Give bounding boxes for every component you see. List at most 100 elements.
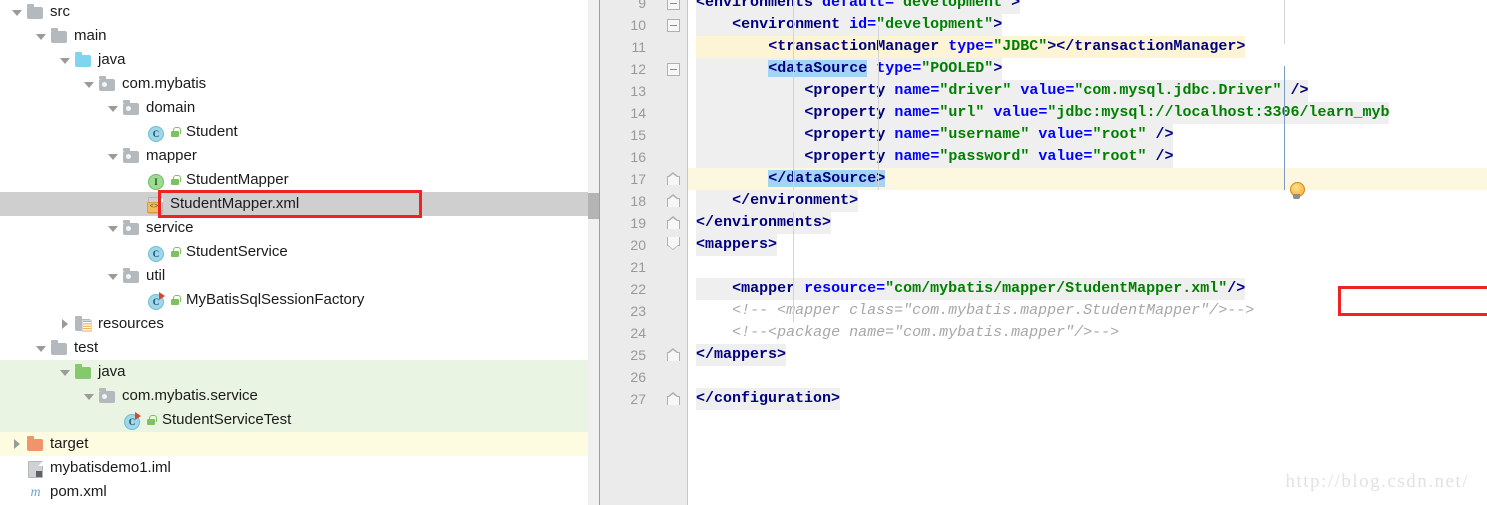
code-token: type=: [876, 60, 922, 77]
code-text[interactable]: <mapper resource="com/mybatis/mapper/Stu…: [696, 278, 1246, 300]
code-fold-icon[interactable]: [667, 392, 680, 405]
code-text[interactable]: <property name="password" value="root" /…: [696, 146, 1174, 168]
tree-row[interactable]: domain: [0, 96, 588, 120]
tree-row-label: Student: [186, 123, 238, 140]
tree-row[interactable]: java: [0, 360, 588, 384]
code-text[interactable]: <!--<package name="com.mybatis.mapper"/>…: [696, 322, 1119, 344]
tree-row[interactable]: resources: [0, 312, 588, 336]
chevron-down-icon[interactable]: [36, 31, 47, 42]
code-text[interactable]: <transactionManager type="JDBC"></transa…: [696, 36, 1246, 58]
code-text[interactable]: <environment id="development">: [696, 14, 1003, 36]
chevron-right-icon[interactable]: [60, 318, 71, 330]
editor-line[interactable]: 11 <transactionManager type="JDBC"></tran…: [600, 36, 1487, 58]
code-fold-icon[interactable]: [667, 237, 680, 250]
project-tool-window[interactable]: src main java com.mybatis domain C Student mapp…: [0, 0, 588, 505]
tree-row[interactable]: m pom.xml: [0, 480, 588, 504]
editor-vertical-scrollbar[interactable]: [588, 0, 600, 505]
code-text[interactable]: </configuration>: [696, 388, 841, 410]
tree-row[interactable]: C StudentService: [0, 240, 588, 264]
editor-line[interactable]: 25 </mappers>: [600, 344, 1487, 366]
code-text[interactable]: <property name="username" value="root" /…: [696, 124, 1174, 146]
tree-row[interactable]: target: [0, 432, 588, 456]
chevron-down-icon[interactable]: [60, 367, 71, 378]
code-text[interactable]: <mappers>: [696, 234, 778, 256]
editor-line[interactable]: 21: [600, 256, 1487, 278]
editor-line[interactable]: 15 <property name="username" value="root"…: [600, 124, 1487, 146]
tree-row[interactable]: com.mybatis.service: [0, 384, 588, 408]
tree-row[interactable]: C Student: [0, 120, 588, 144]
tree-row[interactable]: C MyBatisSqlSessionFactory: [0, 288, 588, 312]
code-text[interactable]: </dataSource>: [696, 168, 886, 190]
editor-line[interactable]: 24 <!--<package name="com.mybatis.mapper"…: [600, 322, 1487, 344]
indent-guide: [878, 26, 879, 190]
code-text[interactable]: <property name="driver" value="com.mysql…: [696, 80, 1309, 102]
code-fold-icon[interactable]: [667, 172, 680, 185]
code-text[interactable]: <dataSource type="POOLED">: [696, 58, 1003, 80]
intention-bulb-icon[interactable]: [1288, 182, 1306, 200]
code-text[interactable]: <property name="url" value="jdbc:mysql:/…: [696, 102, 1390, 124]
editor-line[interactable]: 18 </environment>: [600, 190, 1487, 212]
tree-row[interactable]: I StudentMapper: [0, 168, 588, 192]
unlock-badge-icon: [145, 412, 158, 429]
code-text[interactable]: </mappers>: [696, 344, 787, 366]
editor-line[interactable]: 19 </environments>: [600, 212, 1487, 234]
code-text[interactable]: <environments default="development">: [696, 0, 1021, 14]
editor-line[interactable]: 20 <mappers>: [600, 234, 1487, 256]
code-fold-icon[interactable]: [667, 63, 680, 76]
editor-line[interactable]: 27 </configuration>: [600, 388, 1487, 410]
tree-row-label: mybatisdemo1.iml: [50, 459, 171, 476]
chevron-down-icon[interactable]: [108, 271, 119, 282]
editor-line[interactable]: 26: [600, 366, 1487, 388]
line-number: 22: [630, 281, 646, 297]
tree-row[interactable]: java: [0, 48, 588, 72]
tree-row[interactable]: mybatisdemo1.iml: [0, 456, 588, 480]
editor-line[interactable]: 9 <environments default="development">: [600, 0, 1487, 14]
code-editor[interactable]: 9 <environments default="development"> 10 <…: [600, 0, 1487, 505]
editor-line[interactable]: 23 <!-- <mapper class="com.mybatis.mapper…: [600, 300, 1487, 322]
chevron-down-icon[interactable]: [12, 7, 23, 18]
editor-line[interactable]: 16 <property name="password" value="root"…: [600, 146, 1487, 168]
tree-row[interactable]: main: [0, 24, 588, 48]
tree-row[interactable]: com.mybatis: [0, 72, 588, 96]
chevron-down-icon[interactable]: [84, 391, 95, 402]
tree-row[interactable]: util: [0, 264, 588, 288]
code-token: "url": [939, 104, 994, 121]
tree-row-label: test: [74, 339, 99, 356]
editor-line[interactable]: 13 <property name="driver" value="com.mys…: [600, 80, 1487, 102]
code-text[interactable]: <!-- <mapper class="com.mybatis.mapper.S…: [696, 300, 1254, 322]
editor-line[interactable]: 14 <property name="url" value="jdbc:mysql…: [600, 102, 1487, 124]
chevron-down-icon[interactable]: [84, 79, 95, 90]
tree-row[interactable]: C StudentServiceTest: [0, 408, 588, 432]
tree-row[interactable]: test: [0, 336, 588, 360]
chevron-down-icon[interactable]: [108, 223, 119, 234]
code-fold-icon[interactable]: [667, 194, 680, 207]
tree-row[interactable]: mapper: [0, 144, 588, 168]
code-fold-icon[interactable]: [667, 216, 680, 229]
code-fold-icon[interactable]: [667, 0, 680, 10]
code-token: "password": [939, 148, 1039, 165]
folder-gray-icon: [51, 27, 68, 45]
code-text[interactable]: </environment>: [696, 190, 859, 212]
editor-line[interactable]: 22 <mapper resource="com/mybatis/mapper/S…: [600, 278, 1487, 300]
code-text[interactable]: </environments>: [696, 212, 832, 234]
tree-row[interactable]: service: [0, 216, 588, 240]
chevron-down-icon[interactable]: [108, 103, 119, 114]
tree-row[interactable]: src: [0, 0, 588, 24]
indent-guide: [793, 212, 794, 322]
code-token: type=: [948, 38, 994, 55]
code-fold-icon[interactable]: [667, 348, 680, 361]
chevron-down-icon[interactable]: [108, 151, 119, 162]
code-fold-icon[interactable]: [667, 19, 680, 32]
line-number: 27: [630, 391, 646, 407]
editor-line[interactable]: 17 </dataSource>: [600, 168, 1487, 190]
line-number: 14: [630, 105, 646, 121]
chevron-down-icon[interactable]: [60, 55, 71, 66]
chevron-down-icon[interactable]: [36, 343, 47, 354]
chevron-right-icon[interactable]: [12, 438, 23, 450]
code-token: default=: [822, 0, 895, 11]
code-token: "username": [939, 126, 1039, 143]
indent-guide: [793, 0, 794, 190]
editor-line[interactable]: 10 <environment id="development">: [600, 14, 1487, 36]
editor-line[interactable]: 12 <dataSource type="POOLED">: [600, 58, 1487, 80]
tree-row[interactable]: <> StudentMapper.xml: [0, 192, 588, 216]
